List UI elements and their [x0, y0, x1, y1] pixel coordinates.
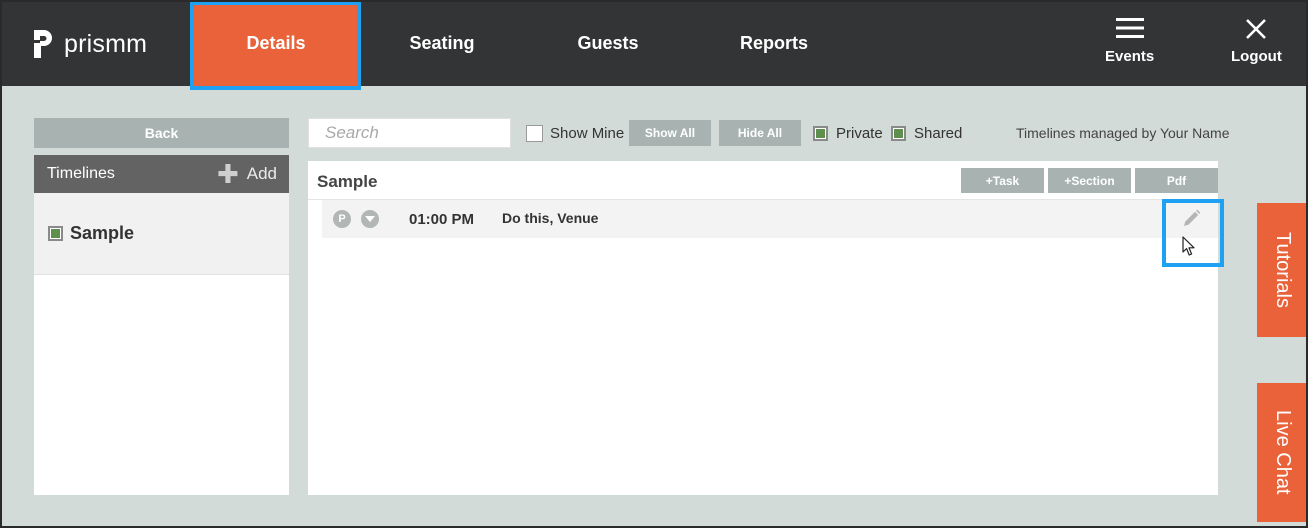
chevron-down-icon: [365, 215, 375, 222]
shared-label: Shared: [914, 125, 963, 142]
shared-box[interactable]: [891, 126, 906, 141]
private-badge: P: [333, 210, 351, 228]
expand-toggle[interactable]: [361, 210, 379, 228]
live-chat-label: Live Chat: [1272, 410, 1294, 495]
show-mine-box[interactable]: [526, 125, 543, 142]
pencil-icon[interactable]: [1182, 209, 1201, 228]
show-mine-checkbox[interactable]: Show Mine: [526, 125, 624, 142]
timeline-detail-panel: Sample +Task +Section Pdf P 01:00 PM Do …: [308, 161, 1218, 495]
show-mine-label: Show Mine: [550, 125, 625, 142]
timelines-panel: Timelines ✚ Add Sample: [34, 155, 289, 495]
logout-label: Logout: [1231, 48, 1282, 65]
close-icon: [1246, 19, 1267, 39]
prismm-logo-icon: [34, 30, 52, 58]
live-chat-tab[interactable]: Live Chat: [1257, 383, 1308, 522]
events-label: Events: [1105, 48, 1155, 65]
plus-icon: ✚: [216, 159, 239, 189]
show-all-button[interactable]: Show All: [629, 120, 711, 146]
tab-seating[interactable]: Seating: [360, 0, 524, 86]
pdf-button[interactable]: Pdf: [1135, 168, 1218, 193]
top-nav-bar: prismm Details Seating Guests Reports Ev…: [0, 0, 1308, 86]
private-label: Private: [836, 125, 883, 142]
add-section-button[interactable]: +Section: [1048, 168, 1131, 193]
timelines-managed-text: Timelines managed by Your Name: [1016, 125, 1230, 141]
tab-reports[interactable]: Reports: [692, 0, 856, 86]
logo-text: prismm: [64, 29, 148, 58]
hide-all-button[interactable]: Hide All: [719, 120, 801, 146]
timelines-header: Timelines ✚ Add: [34, 155, 289, 193]
events-button[interactable]: Events: [1105, 18, 1154, 65]
mouse-pointer-icon: [1182, 236, 1195, 256]
tab-guests[interactable]: Guests: [526, 0, 690, 86]
timeline-title: Sample: [317, 172, 378, 191]
timelines-title: Timelines: [47, 165, 115, 182]
task-time: 01:00 PM: [409, 211, 475, 228]
private-checkbox[interactable]: Private: [813, 125, 883, 142]
add-task-button[interactable]: +Task: [961, 168, 1044, 193]
back-button[interactable]: Back: [34, 118, 289, 148]
menu-icon: [1115, 18, 1144, 38]
timeline-checkbox[interactable]: [48, 226, 63, 241]
task-row[interactable]: P 01:00 PM Do this, Venue: [322, 200, 1218, 238]
timeline-item-label: Sample: [70, 223, 135, 243]
add-label: Add: [246, 164, 277, 183]
tab-details[interactable]: Details: [194, 0, 358, 86]
tutorials-label: Tutorials: [1272, 232, 1294, 308]
add-timeline-button[interactable]: ✚ Add: [217, 161, 277, 187]
prismm-logo[interactable]: prismm: [32, 28, 147, 60]
tutorials-tab[interactable]: Tutorials: [1257, 203, 1308, 337]
task-description: Do this, Venue: [502, 210, 599, 226]
shared-checkbox[interactable]: Shared: [891, 125, 962, 142]
timeline-item[interactable]: Sample: [34, 193, 289, 275]
search-input[interactable]: [308, 118, 511, 148]
logout-button[interactable]: Logout: [1231, 18, 1282, 65]
private-box[interactable]: [813, 126, 828, 141]
